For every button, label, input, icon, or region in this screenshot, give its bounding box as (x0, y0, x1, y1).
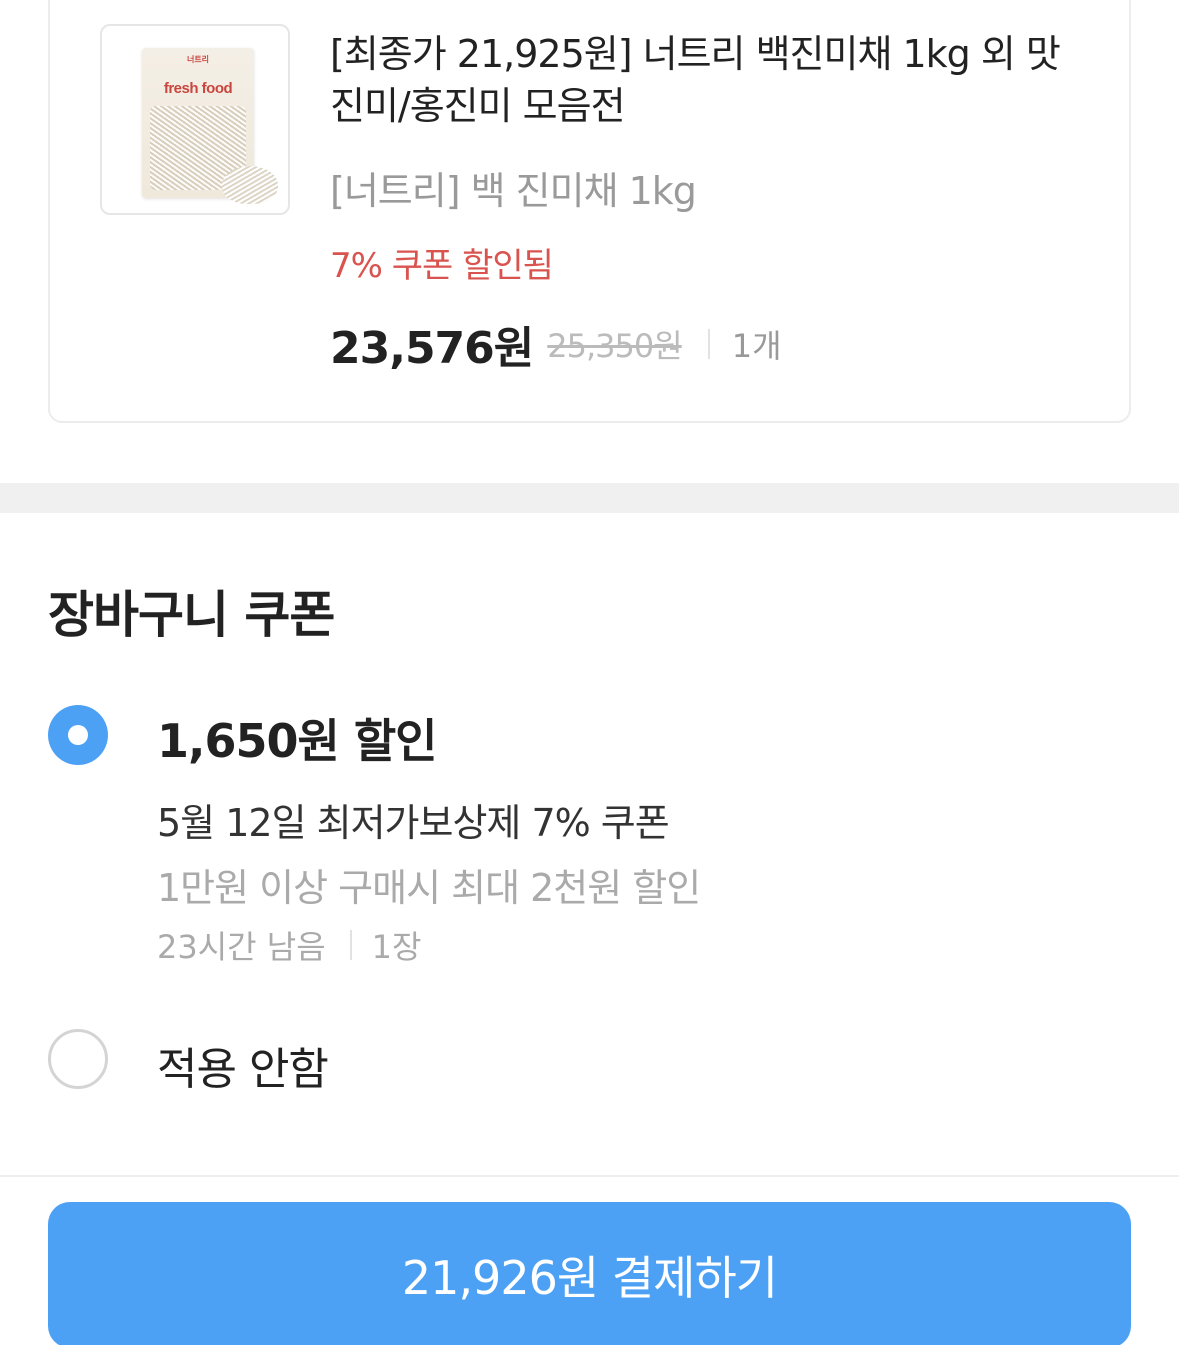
current-price: 23,576원 (330, 323, 534, 374)
product-title: [최종가 21,925원] 너트리 백진미채 1kg 외 맛진미/홍진미 모음전 (330, 32, 1061, 128)
section-divider (0, 483, 1179, 513)
product-thumbnail: 너트리 fresh food (100, 24, 290, 215)
product-option: [너트리] 백 진미채 1kg (330, 169, 697, 213)
no-coupon-label[interactable]: 적용 안함 (157, 1033, 329, 1097)
quantity: 1개 (731, 327, 782, 365)
price-row: 23,576원 25,350원 1개 (330, 312, 782, 376)
coupon-remaining-time: 23시간 남음 (157, 928, 326, 966)
divider (349, 930, 352, 960)
no-coupon-radio[interactable] (48, 1029, 108, 1089)
footer-divider (0, 1175, 1179, 1177)
divider (707, 329, 710, 359)
section-title: 장바구니 쿠폰 (48, 586, 335, 644)
pay-button[interactable]: 21,926원 결제하기 (48, 1202, 1131, 1345)
coupon-count: 1장 (371, 928, 422, 966)
coupon-name: 5월 12일 최저가보상제 7% 쿠폰 (157, 801, 670, 845)
package-label: fresh food (163, 80, 233, 97)
package-brand: 너트리 (186, 55, 210, 64)
product-pile-image (222, 166, 278, 204)
coupon-meta: 23시간 남음 1장 (157, 922, 421, 968)
product-coupon-status: 7% 쿠폰 할인됨 (330, 246, 554, 286)
coupon-radio-selected[interactable] (48, 705, 108, 765)
original-price: 25,350원 (547, 327, 682, 365)
checkout-page: 너트리 fresh food [최종가 21,925원] 너트리 백진미채 1k… (0, 0, 1179, 1345)
coupon-amount[interactable]: 1,650원 할인 (157, 705, 437, 771)
coupon-condition: 1만원 이상 구매시 최대 2천원 할인 (157, 866, 701, 910)
